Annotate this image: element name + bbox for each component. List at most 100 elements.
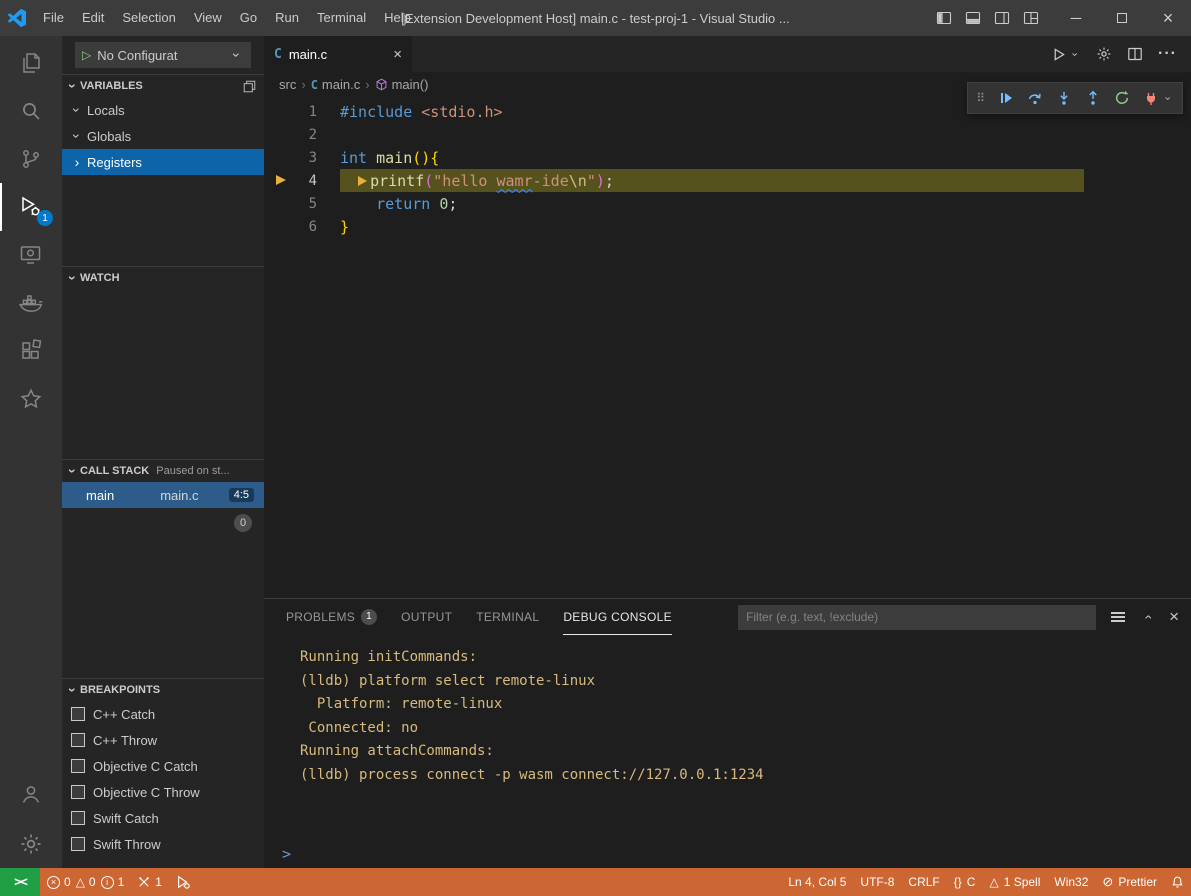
breakpoint-item[interactable]: C++ Catch [62,701,264,727]
more-actions-icon[interactable]: ··· [1158,45,1177,63]
close-panel-icon[interactable]: × [1169,607,1179,627]
start-debugging-icon[interactable]: ▷ [82,48,91,62]
errors-count: 0 [64,875,71,889]
line-number-gutter[interactable]: 5 [264,192,340,215]
toggle-sidebar-icon[interactable] [929,3,958,33]
drag-handle-icon[interactable]: ⠿ [976,91,985,105]
code-line-5[interactable]: 5 return 0; [264,192,1191,215]
code-line-6[interactable]: 6} [264,215,1191,238]
breakpoint-checkbox[interactable] [71,785,85,799]
breakpoint-checkbox[interactable] [71,707,85,721]
accounts-icon[interactable] [0,770,62,818]
breadcrumb-item[interactable]: main() [375,77,429,92]
close-window-button[interactable]: × [1145,0,1191,36]
breakpoint-checkbox[interactable] [71,837,85,851]
disconnect-button[interactable]: › [1143,90,1174,106]
encoding-status[interactable]: UTF-8 [853,868,901,896]
breakpoint-checkbox[interactable] [71,759,85,773]
notifications-status[interactable] [1164,868,1191,896]
variables-item-locals[interactable]: ›Locals [62,97,264,123]
step-into-button[interactable] [1056,90,1072,106]
breakpoint-item[interactable]: Swift Catch [62,805,264,831]
debug-status[interactable] [169,868,197,896]
breadcrumb-item[interactable]: Cmain.c [311,77,361,92]
maximize-panel-icon[interactable]: › [1140,610,1154,624]
console-filter-input[interactable] [738,605,1096,630]
panel-tab-debug-console[interactable]: DEBUG CONSOLE [563,599,672,635]
breakpoint-item[interactable]: Objective C Catch [62,753,264,779]
line-number-gutter[interactable]: 6 [264,215,340,238]
platform-status[interactable]: Win32 [1047,868,1095,896]
run-or-debug-button[interactable]: › [1051,47,1081,62]
extensions-icon[interactable] [0,327,62,375]
panel-tab-terminal[interactable]: TERMINAL [476,599,539,635]
toggle-secondary-sidebar-icon[interactable] [987,3,1016,33]
watch-section-header[interactable]: › WATCH [62,266,264,289]
minimize-button[interactable]: ─ [1053,0,1099,36]
line-number-gutter[interactable]: 3 [264,146,340,169]
menu-run[interactable]: Run [266,0,308,36]
editor-settings-gear-icon[interactable] [1096,46,1112,62]
remote-explorer-icon[interactable] [0,231,62,279]
panel-tab-problems[interactable]: PROBLEMS1 [286,599,377,635]
eol-status[interactable]: CRLF [901,868,946,896]
source-control-icon[interactable] [0,135,62,183]
breakpoints-section-header[interactable]: › BREAKPOINTS [62,678,264,701]
problems-status[interactable]: × 0 △ 0 i 1 [40,868,131,896]
variables-section-header[interactable]: › VARIABLES [62,74,264,97]
settings-gear-icon[interactable] [0,820,62,868]
call-stack-section-header[interactable]: › CALL STACK Paused on st... [62,459,264,482]
menu-help[interactable]: Help [375,0,420,36]
step-out-button[interactable] [1085,90,1101,106]
restart-button[interactable] [1114,90,1130,106]
continue-button[interactable] [998,90,1014,106]
output-actions-icon[interactable] [1111,612,1125,622]
prettier-status[interactable]: ⊘ Prettier [1095,868,1164,896]
debug-config-dropdown[interactable]: ▷ No Configurat › [75,42,251,68]
variables-item-globals[interactable]: ›Globals [62,123,264,149]
customize-layout-icon[interactable] [1016,3,1045,33]
maximize-button[interactable] [1099,0,1145,36]
step-over-button[interactable] [1027,90,1043,106]
explorer-icon[interactable] [0,39,62,87]
search-icon[interactable] [0,87,62,135]
copy-value-icon[interactable] [243,80,256,93]
menu-terminal[interactable]: Terminal [308,0,375,36]
panel-tab-output[interactable]: OUTPUT [401,599,452,635]
variables-item-registers[interactable]: ›Registers [62,149,264,175]
cursor-position-status[interactable]: Ln 4, Col 5 [781,868,853,896]
close-tab-icon[interactable]: × [393,46,402,63]
tab-main-c[interactable]: C main.c × [264,36,412,72]
docker-icon[interactable] [0,279,62,327]
code-editor[interactable]: 1#include <stdio.h>23int main(){4 printf… [264,97,1191,598]
breakpoint-item[interactable]: C++ Throw [62,727,264,753]
code-line-3[interactable]: 3int main(){ [264,146,1191,169]
breakpoint-checkbox[interactable] [71,733,85,747]
console-prompt-chevron-icon[interactable]: > [282,845,291,863]
line-number-gutter[interactable]: 4 [264,169,340,192]
menu-edit[interactable]: Edit [73,0,113,36]
remote-indicator[interactable]: >< [0,868,40,896]
stack-frame-row[interactable]: main main.c 4:5 [62,482,264,508]
breakpoint-item[interactable]: Swift Throw [62,831,264,857]
language-mode-status[interactable]: {} C [947,868,983,896]
breakpoint-checkbox[interactable] [71,811,85,825]
line-number-gutter[interactable]: 1 [264,100,340,123]
spell-checker-status[interactable]: △ 1 Spell [982,868,1047,896]
split-editor-icon[interactable] [1127,46,1143,62]
breakpoint-item[interactable]: Objective C Throw [62,779,264,805]
code-line-4[interactable]: 4 printf("hello wamr-ide\n"); [264,169,1191,192]
menu-selection[interactable]: Selection [113,0,184,36]
menu-go[interactable]: Go [231,0,266,36]
breadcrumb-item[interactable]: src [279,77,296,92]
code-line-2[interactable]: 2 [264,123,1191,146]
run-and-debug-icon[interactable]: 1 [0,183,62,231]
vscode-logo-icon [0,9,34,27]
debug-console-output[interactable]: Running initCommands:(lldb) platform sel… [264,635,1191,840]
line-number-gutter[interactable]: 2 [264,123,340,146]
menu-file[interactable]: File [34,0,73,36]
tools-status[interactable]: 1 [131,868,169,896]
toggle-panel-icon[interactable] [958,3,987,33]
favorites-star-icon[interactable] [0,375,62,423]
menu-view[interactable]: View [185,0,231,36]
